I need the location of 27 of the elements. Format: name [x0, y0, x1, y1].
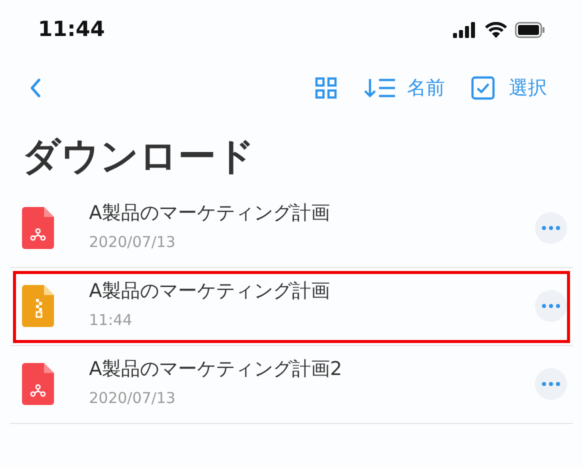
- pdf-file-icon: [22, 207, 54, 250]
- file-name: A製品のマーケティング計画: [89, 280, 330, 304]
- sort-icon: [363, 77, 397, 99]
- file-row[interactable]: A製品のマーケティング計画 2020/07/13: [10, 190, 573, 268]
- more-icon: [542, 226, 560, 230]
- file-date: 11:44: [89, 310, 134, 332]
- highlighted-file-row[interactable]: A製品のマーケティング計画 11:44: [10, 268, 573, 346]
- page-title: ダウンロード: [21, 133, 256, 180]
- file-name: A製品のマーケティング計画2: [89, 358, 342, 382]
- more-button[interactable]: [535, 212, 567, 244]
- pdf-file-icon: [22, 363, 54, 406]
- status-time: 11:44: [38, 16, 105, 44]
- zip-file-icon: [22, 285, 54, 328]
- file-date: 2020/07/13: [89, 232, 176, 254]
- signal-icon: [453, 22, 477, 38]
- file-date: 2020/07/13: [89, 388, 176, 410]
- grid-view-button[interactable]: [315, 77, 337, 99]
- back-button[interactable]: [28, 77, 42, 99]
- file-row[interactable]: A製品のマーケティング計画2 2020/07/13: [10, 346, 573, 424]
- wifi-icon: [485, 22, 507, 38]
- file-name: A製品のマーケティング計画: [89, 202, 330, 226]
- battery-icon: [515, 22, 545, 38]
- more-button[interactable]: [535, 290, 567, 322]
- checkbox-icon: [471, 76, 495, 100]
- more-button[interactable]: [535, 368, 567, 400]
- more-icon: [542, 382, 560, 386]
- more-icon: [542, 304, 560, 308]
